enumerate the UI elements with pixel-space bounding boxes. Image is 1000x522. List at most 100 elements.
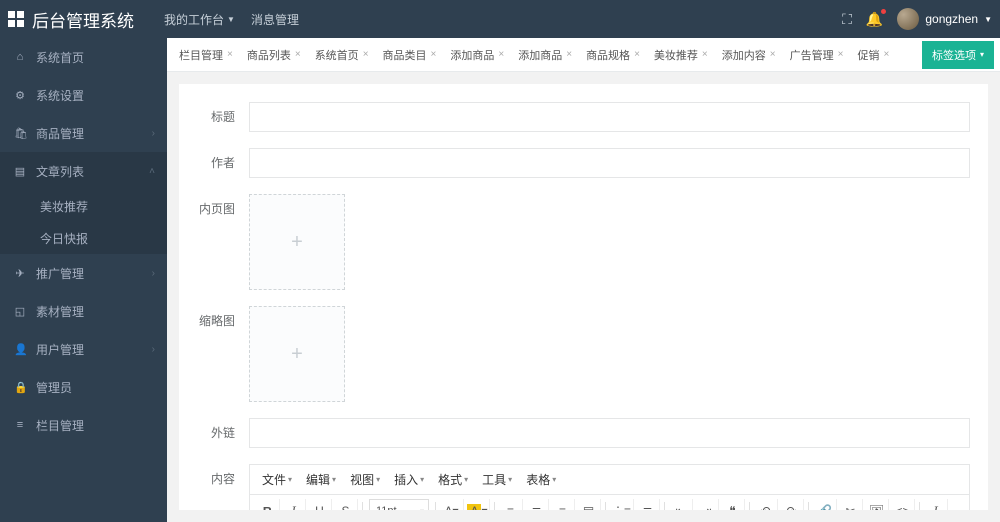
tab-4[interactable]: 添加商品× xyxy=(444,43,510,67)
editor-menu-1[interactable]: 编辑▾ xyxy=(302,469,340,490)
separator xyxy=(749,502,750,510)
sidebar-item-home[interactable]: ⌂系统首页 xyxy=(0,38,167,76)
close-icon[interactable]: × xyxy=(883,49,889,60)
fullscreen-icon[interactable]: ⛶ xyxy=(842,11,852,28)
align-center-button[interactable]: ≣ xyxy=(525,499,549,510)
thumb-upload[interactable]: + xyxy=(249,306,345,402)
sidebar-item-material[interactable]: ◱素材管理 xyxy=(0,292,167,330)
quote-button[interactable]: ❝ xyxy=(721,499,745,510)
close-icon[interactable]: × xyxy=(838,49,844,60)
row-title: 标题 xyxy=(197,102,970,132)
text-color-button[interactable]: A▾ xyxy=(440,499,464,510)
close-icon[interactable]: × xyxy=(227,49,233,60)
undo-button[interactable]: ↶ xyxy=(754,499,778,510)
align-justify-button[interactable]: ▤ xyxy=(577,499,601,510)
close-icon[interactable]: × xyxy=(770,49,776,60)
plus-icon: + xyxy=(291,231,303,254)
title-input[interactable] xyxy=(249,102,970,132)
label-author: 作者 xyxy=(197,148,249,178)
top-menu-workbench[interactable]: 我的工作台▼ xyxy=(158,7,241,32)
row-author: 作者 xyxy=(197,148,970,178)
strike-button[interactable]: S xyxy=(334,499,358,510)
tab-10[interactable]: 促销× xyxy=(851,43,895,67)
bg-color-button[interactable]: A▾ xyxy=(466,499,490,510)
header-left: 后台管理系统 我的工作台▼ 消息管理 xyxy=(8,7,305,32)
align-left-button[interactable]: ≡ xyxy=(499,499,523,510)
tab-7[interactable]: 美妆推荐× xyxy=(648,43,714,67)
close-icon[interactable]: × xyxy=(634,49,640,60)
chevron-right-icon: › xyxy=(152,128,155,139)
sidebar-sub-news[interactable]: 今日快报 xyxy=(0,222,167,254)
clear-format-button[interactable]: I xyxy=(924,499,948,510)
align-right-button[interactable]: ≡ xyxy=(551,499,575,510)
tab-6[interactable]: 商品规格× xyxy=(580,43,646,67)
editor-menu-4[interactable]: 格式▾ xyxy=(434,469,472,490)
editor-menu-0[interactable]: 文件▾ xyxy=(258,469,296,490)
sidebar-item-columns[interactable]: ≡栏目管理 xyxy=(0,406,167,444)
tab-3[interactable]: 商品类目× xyxy=(377,43,443,67)
tab-0[interactable]: 栏目管理× xyxy=(173,43,239,67)
close-icon[interactable]: × xyxy=(566,49,572,60)
tab-5[interactable]: 添加商品× xyxy=(512,43,578,67)
italic-button[interactable]: I xyxy=(282,499,306,510)
form-area: 标题 作者 内页图 + 缩略图 + 外链 内容 xyxy=(179,84,988,510)
lock-icon: 🔒 xyxy=(14,381,26,394)
sidebar: ⌂系统首页 ⚙系统设置 🛍商品管理› ▤文章列表˄ 美妆推荐 今日快报 ✈推广管… xyxy=(0,38,167,522)
editor-menu-3[interactable]: 插入▾ xyxy=(390,469,428,490)
close-icon[interactable]: × xyxy=(431,49,437,60)
tab-1[interactable]: 商品列表× xyxy=(241,43,307,67)
chevron-up-icon: ˄ xyxy=(149,166,155,177)
sidebar-item-promotion[interactable]: ✈推广管理› xyxy=(0,254,167,292)
editor-menu-2[interactable]: 视图▾ xyxy=(346,469,384,490)
underline-button[interactable]: U xyxy=(308,499,332,510)
tab-9[interactable]: 广告管理× xyxy=(784,43,850,67)
number-list-button[interactable]: ≣ xyxy=(636,499,660,510)
tab-8[interactable]: 添加内容× xyxy=(716,43,782,67)
list-icon: ▤ xyxy=(14,165,26,178)
sidebar-sub-beauty[interactable]: 美妆推荐 xyxy=(0,190,167,222)
caret-down-icon: ▼ xyxy=(984,15,992,24)
home-icon: ⌂ xyxy=(14,51,26,63)
separator xyxy=(362,502,363,510)
sidebar-item-settings[interactable]: ⚙系统设置 xyxy=(0,76,167,114)
close-icon[interactable]: × xyxy=(363,49,369,60)
separator xyxy=(605,502,606,510)
indent-button[interactable]: ⇥ xyxy=(695,499,719,510)
label-inner-img: 内页图 xyxy=(197,194,249,290)
inner-img-upload[interactable]: + xyxy=(249,194,345,290)
sidebar-item-admin[interactable]: 🔒管理员 xyxy=(0,368,167,406)
cart-icon: 🛍 xyxy=(14,127,26,140)
bullet-list-button[interactable]: ⋮≡ xyxy=(610,499,634,510)
logo-icon xyxy=(8,11,24,27)
close-icon[interactable]: × xyxy=(295,49,301,60)
caret-down-icon: ▾ xyxy=(552,475,556,484)
outdent-button[interactable]: ⇤ xyxy=(669,499,693,510)
unlink-button[interactable]: ✂ xyxy=(839,499,863,510)
chevron-right-icon: › xyxy=(152,344,155,355)
font-size-select[interactable]: 11pt xyxy=(369,499,429,510)
sidebar-item-users[interactable]: 👤用户管理› xyxy=(0,330,167,368)
sidebar-item-articles[interactable]: ▤文章列表˄ xyxy=(0,152,167,190)
bold-button[interactable]: B xyxy=(256,499,280,510)
editor-menu-5[interactable]: 工具▾ xyxy=(478,469,516,490)
tab-options-button[interactable]: 标签选项▾ xyxy=(922,41,994,69)
author-input[interactable] xyxy=(249,148,970,178)
editor-menu-6[interactable]: 表格▾ xyxy=(522,469,560,490)
close-icon[interactable]: × xyxy=(498,49,504,60)
image-button[interactable]: 🖼 xyxy=(865,499,889,510)
caret-down-icon: ▾ xyxy=(332,475,336,484)
link-button[interactable]: 🔗 xyxy=(813,499,837,510)
code-button[interactable]: <> xyxy=(891,499,915,510)
tab-2[interactable]: 系统首页× xyxy=(309,43,375,67)
row-inner-img: 内页图 + xyxy=(197,194,970,290)
redo-button[interactable]: ↷ xyxy=(780,499,804,510)
content-area: 栏目管理×商品列表×系统首页×商品类目×添加商品×添加商品×商品规格×美妆推荐×… xyxy=(167,38,1000,522)
user-menu[interactable]: gongzhen ▼ xyxy=(897,8,992,30)
editor-menubar: 文件▾ 编辑▾ 视图▾ 插入▾ 格式▾ 工具▾ 表格▾ xyxy=(250,465,969,495)
bell-icon[interactable]: 🔔 xyxy=(866,11,883,28)
top-menu-message[interactable]: 消息管理 xyxy=(245,7,305,32)
close-icon[interactable]: × xyxy=(702,49,708,60)
header-right: ⛶ 🔔 gongzhen ▼ xyxy=(842,8,992,30)
sidebar-item-products[interactable]: 🛍商品管理› xyxy=(0,114,167,152)
ext-link-input[interactable] xyxy=(249,418,970,448)
